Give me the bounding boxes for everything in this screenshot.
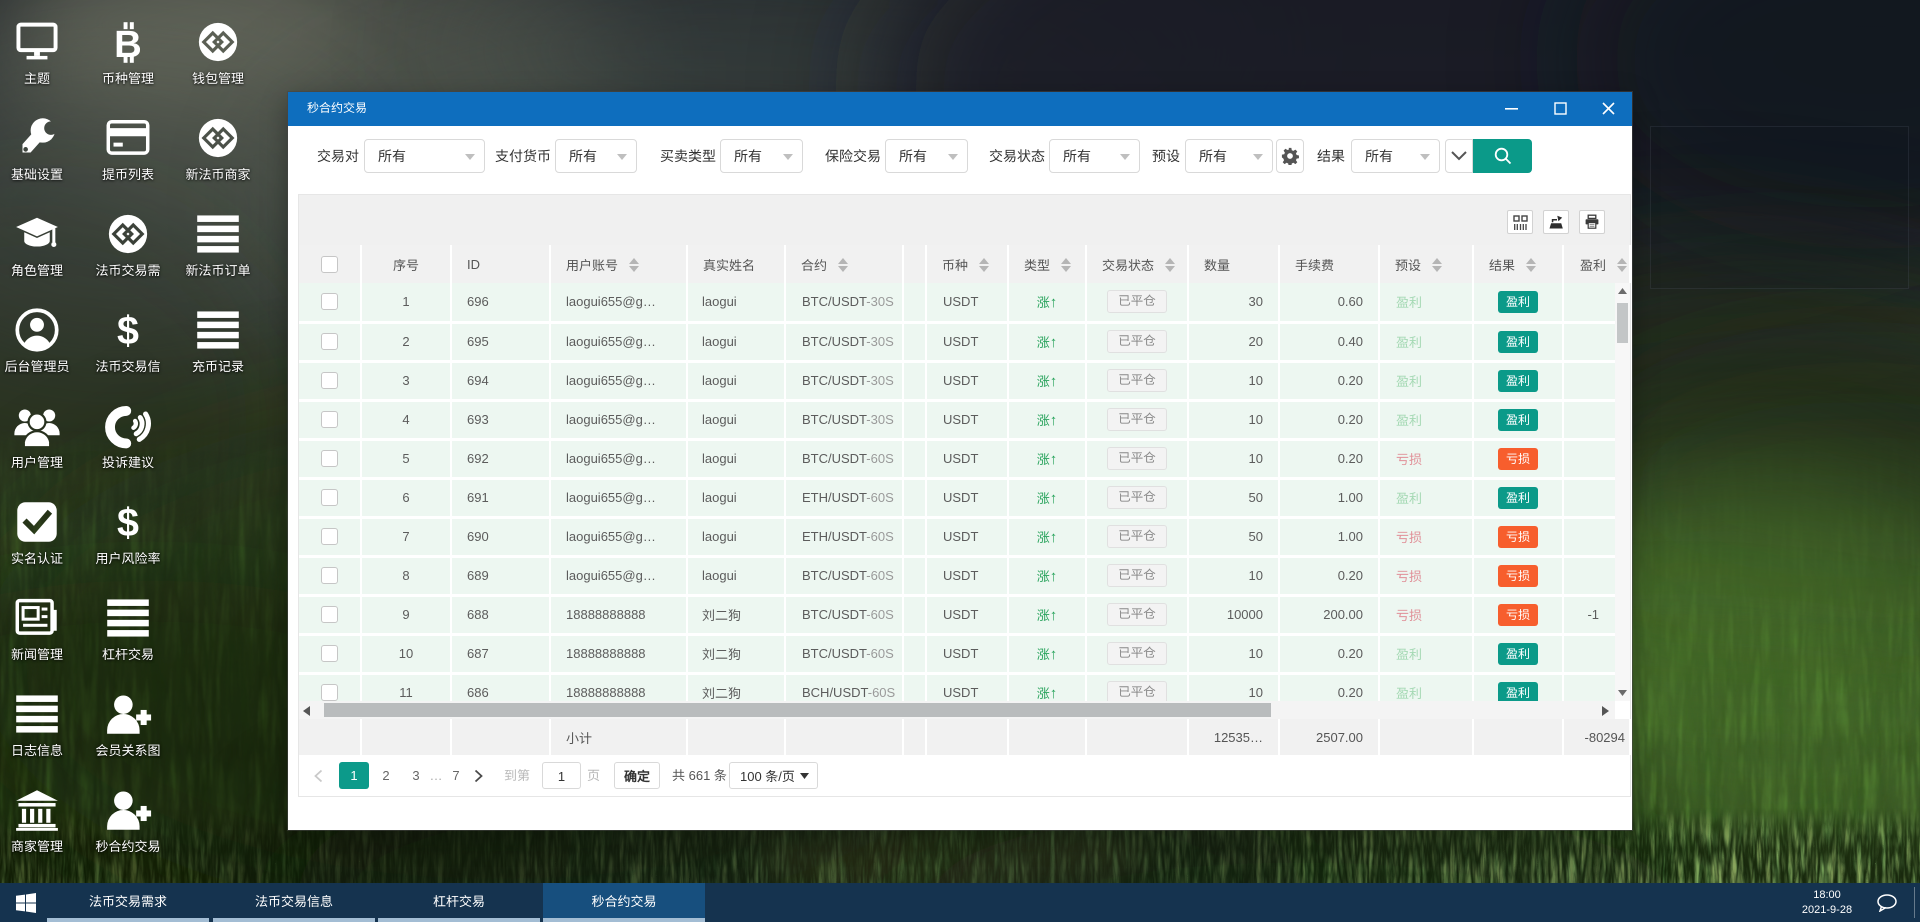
svg-text:B: B	[114, 23, 142, 64]
svg-text:$: $	[117, 309, 139, 352]
svg-text:$: $	[117, 501, 139, 544]
